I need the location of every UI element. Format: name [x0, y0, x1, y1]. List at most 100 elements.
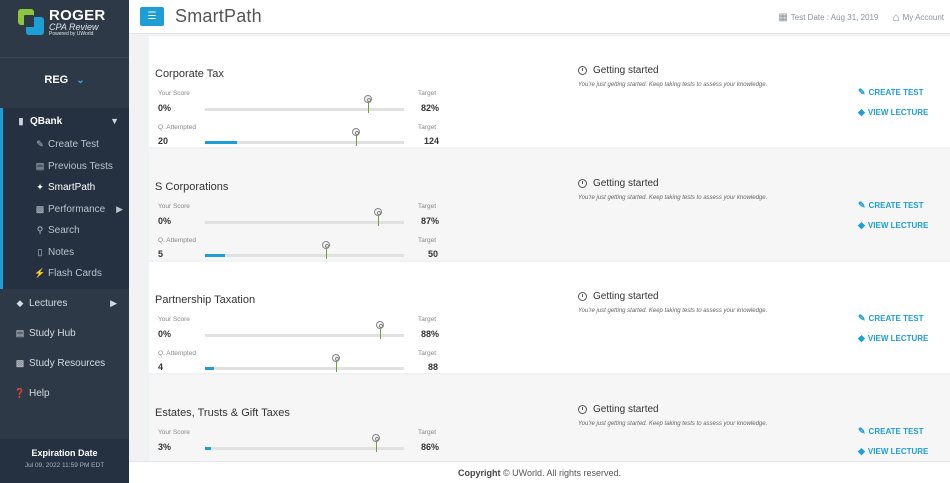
topic-name: S Corporations [155, 181, 229, 193]
topic-card: S Corporations Your Score Target 0% 87% … [149, 149, 950, 260]
list-icon: ▤ [35, 160, 45, 171]
your-score-label: Your Score [158, 203, 190, 210]
bar-chart-icon: ▩ [35, 203, 45, 214]
sidebar-item-notes[interactable]: ▯ Notes [3, 242, 129, 264]
your-score-label: Your Score [158, 316, 190, 323]
status-description: You're just getting started. Keep taking… [578, 421, 768, 427]
topic-card: Estates, Trusts & Gift Taxes Your Score … [149, 375, 950, 461]
graduation-cap-icon: ◆ [16, 298, 24, 308]
status-label: Getting started [578, 291, 659, 302]
score-bar-fill [205, 447, 211, 450]
home-icon[interactable]: ⌂ [892, 10, 899, 24]
my-account-link[interactable]: My Account [903, 13, 944, 22]
sidebar-item-create-test[interactable]: ✎ Create Test [3, 134, 129, 156]
target-label: Target [418, 316, 437, 323]
target-score-value: 82% [421, 103, 440, 113]
status-label: Getting started [578, 404, 659, 415]
target-score-value: 87% [421, 216, 440, 226]
create-test-button[interactable]: ✎ CREATE TEST [858, 200, 924, 211]
sidebar-item-performance[interactable]: ▩ Performance ▶ [3, 199, 129, 221]
sidebar-item-help[interactable]: ❓ Help [0, 379, 129, 409]
view-lecture-button[interactable]: ◆ VIEW LECTURE [858, 446, 928, 457]
graduation-cap-icon: ◆ [858, 107, 865, 117]
calendar-icon: ▦ [778, 11, 788, 23]
test-date: Test Date : Aug 31, 2019 [790, 12, 879, 22]
document-icon: ▮ [18, 115, 24, 126]
edit-icon: ✎ [858, 313, 866, 323]
notes-icon: ▯ [37, 246, 43, 257]
target-attempted-value: 50 [428, 249, 439, 259]
sidebar-item-study-resources[interactable]: ▩ Study Resources [0, 349, 129, 379]
expiration-title: Expiration Date [31, 448, 98, 458]
view-lecture-button[interactable]: ◆ VIEW LECTURE [858, 107, 928, 118]
status-description: You're just getting started. Keep taking… [578, 195, 768, 201]
roger-logo-icon [18, 8, 45, 36]
attempted-bar-fill [205, 141, 237, 144]
edit-icon: ✎ [858, 426, 866, 436]
your-score-label: Your Score [158, 429, 190, 436]
sidebar-item-previous-tests[interactable]: ▤ Previous Tests [3, 156, 129, 178]
edit-icon: ✎ [36, 139, 44, 150]
section-selector-value: REG [44, 74, 69, 86]
edit-icon: ✎ [858, 87, 866, 97]
score-bar [205, 434, 404, 452]
roger-logo[interactable]: ROGER CPA Review Powered by UWorld [0, 0, 129, 44]
create-test-button[interactable]: ✎ CREATE TEST [858, 313, 924, 324]
create-test-button[interactable]: ✎ CREATE TEST [858, 426, 924, 437]
topic-name: Partnership Taxation [155, 294, 256, 306]
section-selector[interactable]: REG ⌄ [0, 58, 129, 102]
q-attempted-value: 4 [158, 362, 164, 372]
q-attempted-label: Q. Attempted [158, 237, 196, 244]
graduation-cap-icon: ◆ [858, 446, 865, 456]
create-test-button[interactable]: ✎ CREATE TEST [858, 87, 924, 98]
target-label: Target [418, 124, 437, 131]
clock-icon [578, 179, 587, 188]
qbank-group: ▮ QBank ▼ ✎ Create Test ▤ Previous Tests… [0, 108, 129, 289]
target-score-value: 88% [421, 329, 440, 339]
target-score-value: 86% [421, 442, 440, 452]
score-bar [205, 95, 404, 113]
target-attempted-value: 124 [424, 136, 440, 146]
score-bar [205, 208, 404, 226]
status-label: Getting started [578, 65, 659, 76]
search-icon: ⚲ [36, 225, 44, 236]
chevron-right-icon: ▶ [110, 298, 117, 308]
sidebar-item-study-hub[interactable]: ▤ Study Hub [0, 319, 129, 349]
sidebar: ROGER CPA Review Powered by UWorld REG ⌄… [0, 0, 129, 483]
attempted-bar-fill [205, 367, 214, 370]
status-description: You're just getting started. Keep taking… [578, 308, 768, 314]
score-bar [205, 321, 404, 339]
brand-name: ROGER [49, 6, 106, 24]
sidebar-item-smartpath[interactable]: ✦ SmartPath [3, 177, 129, 199]
copyright-text: © UWorld. All rights reserved. [503, 468, 622, 478]
chevron-right-icon: ▶ [116, 203, 123, 214]
sidebar-item-lectures[interactable]: ◆ Lectures ▶ [0, 289, 129, 319]
target-pin-icon [374, 208, 382, 226]
graduation-cap-icon: ◆ [858, 220, 865, 230]
your-score-value: 0% [158, 103, 172, 113]
q-attempted-label: Q. Attempted [158, 124, 196, 131]
lightning-icon: ⚡ [34, 268, 46, 279]
attempted-bar [205, 354, 404, 372]
sidebar-item-search[interactable]: ⚲ Search [3, 220, 129, 242]
sidebar-nav: ▮ QBank ▼ ✎ Create Test ▤ Previous Tests… [0, 108, 129, 409]
your-score-label: Your Score [158, 90, 190, 97]
q-attempted-value: 20 [158, 136, 169, 146]
sidebar-item-qbank[interactable]: ▮ QBank ▼ [3, 108, 129, 134]
clock-icon [578, 405, 587, 414]
view-lecture-button[interactable]: ◆ VIEW LECTURE [858, 220, 928, 231]
sidebar-item-flash-cards[interactable]: ⚡ Flash Cards [3, 263, 129, 285]
your-score-value: 0% [158, 329, 172, 339]
target-label: Target [418, 90, 437, 97]
smartpath-icon: ✦ [36, 182, 44, 193]
chevron-down-icon: ⌄ [76, 74, 85, 86]
attempted-bar [205, 241, 404, 259]
clock-icon [578, 66, 587, 75]
view-lecture-button[interactable]: ◆ VIEW LECTURE [858, 333, 928, 344]
status-label: Getting started [578, 178, 659, 189]
status-description: You're just getting started. Keep taking… [578, 82, 768, 88]
attempted-bar-fill [205, 254, 225, 257]
resources-icon: ▩ [15, 358, 25, 368]
target-label: Target [418, 350, 437, 357]
menu-toggle-button[interactable]: ☰ [140, 7, 164, 26]
